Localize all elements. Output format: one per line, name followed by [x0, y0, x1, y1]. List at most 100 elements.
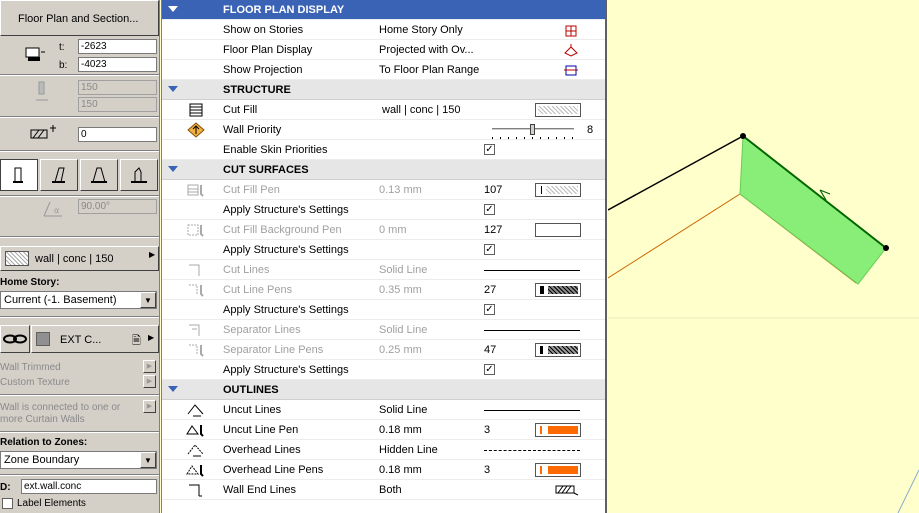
floor-plan-display-row[interactable]: Floor Plan Display Projected with Ov...	[162, 40, 605, 60]
double-slanted-wall-button[interactable]	[80, 159, 118, 191]
apply-struct-checkbox[interactable]: ✓	[484, 304, 495, 315]
overhead-line-pens-number: 3	[484, 464, 491, 476]
cut-fill-bg-pen-row[interactable]: Cut Fill Background Pen 0 mm 127	[162, 220, 605, 240]
floor-plan-display-label: Floor Plan Display	[223, 44, 313, 56]
angle-icon: α	[43, 201, 62, 217]
cut-surfaces-section[interactable]: CUT SURFACES	[162, 160, 605, 180]
cut-lines-sample[interactable]	[484, 270, 580, 271]
custom-texture-arrow-icon[interactable]: ▶	[143, 375, 156, 388]
wall-end-node[interactable]	[883, 245, 889, 251]
wall-end-lines-row[interactable]: Wall End Lines Both	[162, 480, 605, 500]
chain-link-icon	[3, 334, 27, 344]
thickness-icon	[36, 81, 48, 101]
cut-fill-row[interactable]: Cut Fill wall | conc | 150	[162, 100, 605, 120]
layer-selector[interactable]: EXT C... 🗎 ▶	[31, 325, 159, 353]
overhead-line-pens-label: Overhead Line Pens	[223, 464, 324, 476]
enable-skin-row[interactable]: Enable Skin Priorities ✓	[162, 140, 605, 160]
overhead-lines-sample[interactable]	[484, 450, 580, 451]
apply-struct-checkbox[interactable]: ✓	[484, 244, 495, 255]
home-story-value: Current (-1. Basement)	[4, 294, 117, 306]
uncut-line-pen-swatch[interactable]	[535, 423, 581, 437]
outlines-section[interactable]: OUTLINES	[162, 380, 605, 400]
separator-line-pens-label: Separator Line Pens	[223, 344, 324, 356]
apply-struct-checkbox[interactable]: ✓	[484, 364, 495, 375]
thickness-field-2[interactable]: 150	[78, 97, 157, 112]
overhead-line-pens-swatch[interactable]	[535, 463, 581, 477]
profiled-wall-button[interactable]	[120, 159, 158, 191]
cut-line-pens-row[interactable]: Cut Line Pens 0.35 mm 27	[162, 280, 605, 300]
straight-wall-icon	[13, 167, 23, 183]
cut-line-pens-swatch[interactable]	[535, 283, 581, 297]
zones-dropdown[interactable]: Zone Boundary ▼	[0, 451, 157, 469]
home-story-dropdown[interactable]: Current (-1. Basement) ▼	[0, 291, 157, 309]
collapse-triangle-icon	[168, 386, 178, 392]
curtain-arrow-icon[interactable]: ▶	[143, 400, 156, 413]
elevation-icon	[25, 47, 45, 61]
projection-icon	[564, 44, 578, 57]
floor-plan-section-button[interactable]: Floor Plan and Section...	[0, 0, 159, 36]
cut-fill-pen-row[interactable]: Cut Fill Pen 0.13 mm 107	[162, 180, 605, 200]
link-button[interactable]	[0, 325, 30, 353]
uncut-lines-icon	[187, 404, 204, 417]
svg-text:α: α	[54, 206, 59, 215]
overhead-lines-row[interactable]: Overhead Lines Hidden Line	[162, 440, 605, 460]
floor-plan-canvas[interactable]	[608, 0, 919, 513]
line-pen-icon	[189, 284, 204, 297]
apply-struct-row-1[interactable]: Apply Structure's Settings ✓	[162, 200, 605, 220]
uncut-lines-sample[interactable]	[484, 410, 580, 411]
wall-trimmed-arrow-icon[interactable]: ▶	[143, 360, 156, 373]
wall-end-lines-value: Both	[379, 484, 402, 496]
cut-lines-icon	[189, 264, 200, 276]
cut-lines-row[interactable]: Cut Lines Solid Line	[162, 260, 605, 280]
cut-fill-pen-swatch[interactable]	[535, 183, 581, 197]
apply-struct-row-2[interactable]: Apply Structure's Settings ✓	[162, 240, 605, 260]
zones-label: Relation to Zones:	[0, 437, 88, 448]
id-field[interactable]: ext.wall.conc	[21, 479, 157, 494]
thickness-field-1[interactable]: 150	[78, 80, 157, 95]
uncut-line-pen-row[interactable]: Uncut Line Pen 0.18 mm 3	[162, 420, 605, 440]
uncut-lines-row[interactable]: Uncut Lines Solid Line	[162, 400, 605, 420]
top-elevation-field[interactable]: -2623	[78, 39, 157, 54]
cut-fill-icon	[189, 103, 203, 117]
composite-selector[interactable]: wall | conc | 150 ▶	[0, 246, 159, 271]
wall-priority-row[interactable]: Wall Priority 8	[162, 120, 605, 140]
overhead-pen-icon	[186, 465, 204, 477]
slanted-wall-button[interactable]	[40, 159, 78, 191]
apply-struct-row-3[interactable]: Apply Structure's Settings ✓	[162, 300, 605, 320]
apply-struct-label: Apply Structure's Settings	[223, 244, 349, 256]
overhead-lines-value: Hidden Line	[379, 444, 438, 456]
collapse-triangle-icon	[168, 6, 178, 12]
separator-line-pens-row[interactable]: Separator Line Pens 0.25 mm 47	[162, 340, 605, 360]
cut-fill-pen-label: Cut Fill Pen	[223, 184, 280, 196]
show-on-stories-label: Show on Stories	[223, 24, 304, 36]
structure-section[interactable]: STRUCTURE	[162, 80, 605, 100]
wall-end-both-icon[interactable]	[554, 484, 580, 496]
cut-fill-bg-pen-swatch[interactable]	[535, 223, 581, 237]
bottom-elevation-field[interactable]: -4023	[78, 57, 157, 72]
label-elements-checkbox[interactable]	[2, 498, 13, 509]
separator-line-pens-swatch[interactable]	[535, 343, 581, 357]
overhead-line-pens-row[interactable]: Overhead Line Pens 0.18 mm 3	[162, 460, 605, 480]
enable-skin-checkbox[interactable]: ✓	[484, 144, 495, 155]
story-icon	[565, 25, 577, 37]
cut-fill-swatch[interactable]	[535, 103, 581, 117]
separator-lines-sample[interactable]	[484, 330, 580, 331]
slider-thumb[interactable]	[530, 124, 535, 135]
profiled-wall-icon	[131, 167, 147, 183]
apply-struct-checkbox[interactable]: ✓	[484, 204, 495, 215]
floor-range-icon	[564, 65, 578, 76]
offset-field[interactable]: 0	[78, 127, 157, 142]
floor-plan-display-header[interactable]: FLOOR PLAN DISPLAY	[162, 0, 605, 20]
show-projection-label: Show Projection	[223, 64, 303, 76]
show-projection-row[interactable]: Show Projection To Floor Plan Range	[162, 60, 605, 80]
wall-start-node[interactable]	[740, 133, 746, 139]
double-slanted-wall-icon	[91, 167, 107, 183]
apply-struct-row-4[interactable]: Apply Structure's Settings ✓	[162, 360, 605, 380]
cut-line-pens-value: 0.35 mm	[379, 284, 422, 296]
bottom-label: b:	[59, 60, 68, 71]
straight-wall-button[interactable]	[0, 159, 38, 191]
floor-plan-section-label: Floor Plan and Section...	[18, 13, 139, 25]
angle-field[interactable]: 90.00°	[78, 199, 157, 214]
separator-lines-row[interactable]: Separator Lines Solid Line	[162, 320, 605, 340]
show-on-stories-row[interactable]: Show on Stories Home Story Only	[162, 20, 605, 40]
